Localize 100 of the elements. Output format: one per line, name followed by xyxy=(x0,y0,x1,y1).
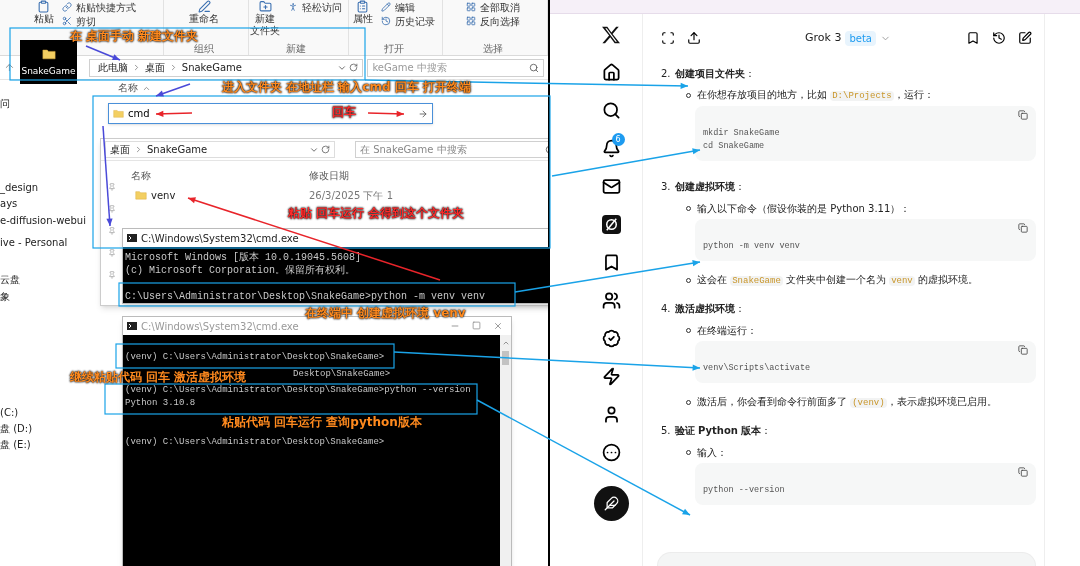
terminal-line: (venv) C:\Users\Administrator\Desktop\SnakeGame>python --version xyxy=(125,384,471,397)
ribbon-group-label: 选择 xyxy=(482,43,505,55)
scrollbar[interactable] xyxy=(500,335,511,566)
step-heading: 创建虚拟环境： xyxy=(674,179,745,194)
annotation-label: 回车 xyxy=(332,106,356,118)
ribbon-button[interactable]: 编辑 xyxy=(380,0,435,14)
breadcrumb-item[interactable]: 此电脑 xyxy=(97,60,128,75)
search-icon[interactable] xyxy=(601,101,621,120)
nav-item[interactable]: ive - Personal xyxy=(0,235,68,250)
refresh-icon[interactable] xyxy=(349,63,359,72)
more-icon[interactable] xyxy=(601,443,621,462)
badge-check-icon[interactable] xyxy=(601,329,621,348)
code-line: venv\Scripts\activate xyxy=(703,362,811,375)
go-arrow-icon[interactable] xyxy=(418,108,428,119)
ribbon-button[interactable]: 属性 xyxy=(352,0,373,25)
breadcrumb-item[interactable]: 桌面 xyxy=(110,142,130,157)
ribbon-button[interactable]: 全部取消 xyxy=(466,0,521,14)
pointer-arrow xyxy=(155,83,191,97)
bookmark-icon[interactable] xyxy=(966,31,980,45)
ribbon-button[interactable]: 轻松访问 xyxy=(288,0,343,14)
terminal-line: Python 3.10.8 xyxy=(125,397,196,410)
link-icon xyxy=(61,2,72,12)
pin-icon xyxy=(108,271,116,279)
share-icon[interactable] xyxy=(687,31,701,45)
copy-icon[interactable] xyxy=(1018,345,1028,355)
breadcrumb-item[interactable]: SnakeGame xyxy=(181,60,242,75)
ribbon-group-label: 组织 xyxy=(193,43,216,55)
nav-item[interactable]: ays xyxy=(0,196,18,211)
lightning-icon[interactable] xyxy=(601,367,621,386)
clipboard-icon xyxy=(37,0,51,13)
ribbon-button[interactable]: 反向选择 xyxy=(466,14,521,28)
close-icon[interactable] xyxy=(493,321,503,331)
pin-icon xyxy=(108,227,116,235)
nav-item[interactable]: 云盘 xyxy=(0,272,20,287)
history-icon[interactable] xyxy=(992,31,1006,45)
ribbon-button[interactable]: 剪切 xyxy=(61,14,136,28)
nav-item[interactable]: 盘 (E:) xyxy=(0,437,31,452)
grid-icon xyxy=(466,2,477,12)
terminal-icon xyxy=(127,322,137,330)
window-title: C:\Windows\System32\cmd.exe xyxy=(141,319,299,334)
step-heading: 激活虚拟环境： xyxy=(674,301,745,316)
code-line: python --version xyxy=(703,484,785,497)
code-line: mkdir SnakeGame xyxy=(703,127,780,140)
bullet-text: 在终端运行： xyxy=(697,323,757,338)
annotation-label: 在 桌面手动 新建文件夹 xyxy=(70,30,199,42)
nav-item[interactable]: e-diffusion-webui xyxy=(0,213,86,228)
ribbon-button[interactable]: 重命名 xyxy=(189,0,220,25)
column-header[interactable]: 名称 xyxy=(131,167,309,183)
folder-icon xyxy=(135,189,147,201)
history-icon xyxy=(380,16,391,26)
ribbon-button[interactable]: 粘贴快捷方式 xyxy=(61,0,136,14)
terminal-line: C:\Users\Administrator\Desktop\SnakeGame>python -m venv venv xyxy=(125,290,486,303)
people-icon[interactable] xyxy=(601,291,621,310)
copy-icon[interactable] xyxy=(1018,110,1028,120)
address-bar[interactable]: 桌面 SnakeGame xyxy=(105,141,335,158)
mail-icon[interactable] xyxy=(601,177,621,196)
step-number: 4. xyxy=(661,301,671,316)
step-number: 3. xyxy=(661,179,671,194)
nav-item[interactable]: _design xyxy=(0,180,39,195)
copy-icon[interactable] xyxy=(1018,467,1028,477)
chevron-right-icon xyxy=(134,145,143,154)
nav-item[interactable]: 问 xyxy=(0,96,10,111)
x-logo[interactable] xyxy=(601,26,621,44)
nav-item[interactable]: (C:) xyxy=(0,405,19,420)
folder-plus-icon xyxy=(258,0,272,13)
feather-icon xyxy=(603,496,619,511)
copy-icon[interactable] xyxy=(1018,223,1028,233)
terminal-line: (venv) C:\Users\Administrator\Desktop\SnakeGame> xyxy=(125,436,385,449)
compose-button[interactable] xyxy=(593,486,629,521)
expand-icon[interactable] xyxy=(661,31,675,45)
address-bar[interactable]: 此电脑 桌面 SnakeGame xyxy=(88,58,364,77)
column-header[interactable]: 名称 xyxy=(118,82,138,94)
breadcrumb-item[interactable]: 桌面 xyxy=(144,60,165,75)
annotation-label: 进入文件夹 在地址栏 输入cmd 回车 打开终端 xyxy=(222,81,471,93)
refresh-icon[interactable] xyxy=(321,145,330,154)
home-icon[interactable] xyxy=(601,63,621,82)
bullet-text: 输入以下命令（假设你装的是 Python 3.11）： xyxy=(697,201,911,216)
pointer-arrow xyxy=(155,110,193,117)
search-field[interactable]: 在 SnakeGame 中搜索 xyxy=(355,141,548,158)
bullet-text: 这会在 SnakeGame 文件夹中创建一个名为 venv 的虚拟环境。 xyxy=(697,272,978,288)
model-selector[interactable]: Grok 3 beta xyxy=(805,29,891,47)
nav-item[interactable]: 盘 (D:) xyxy=(0,421,33,436)
terminal-icon xyxy=(127,234,137,242)
scroll-thumb[interactable] xyxy=(502,351,509,365)
window-title: C:\Windows\System32\cmd.exe xyxy=(141,231,299,246)
file-name[interactable]: venv xyxy=(151,187,176,203)
step-heading: 验证 Python 版本： xyxy=(674,423,772,438)
pointer-arrow xyxy=(367,110,405,117)
pin-icon xyxy=(108,205,116,213)
terminal-line: Desktop\SnakeGame> xyxy=(293,368,391,381)
file-date: 26/3/2025 下午 1 xyxy=(309,188,393,203)
scroll-up-icon[interactable] xyxy=(501,339,510,347)
ribbon-button[interactable]: 历史记录 xyxy=(380,14,435,28)
pencil-icon xyxy=(380,2,391,12)
column-header[interactable]: 修改日期 xyxy=(309,167,349,183)
ribbon-button[interactable]: 粘贴 xyxy=(33,0,54,25)
edit-icon[interactable] xyxy=(1018,31,1032,45)
breadcrumb-item[interactable]: SnakeGame xyxy=(147,142,208,157)
nav-item[interactable]: 象 xyxy=(0,289,10,304)
notification-badge: 6 xyxy=(611,133,625,146)
